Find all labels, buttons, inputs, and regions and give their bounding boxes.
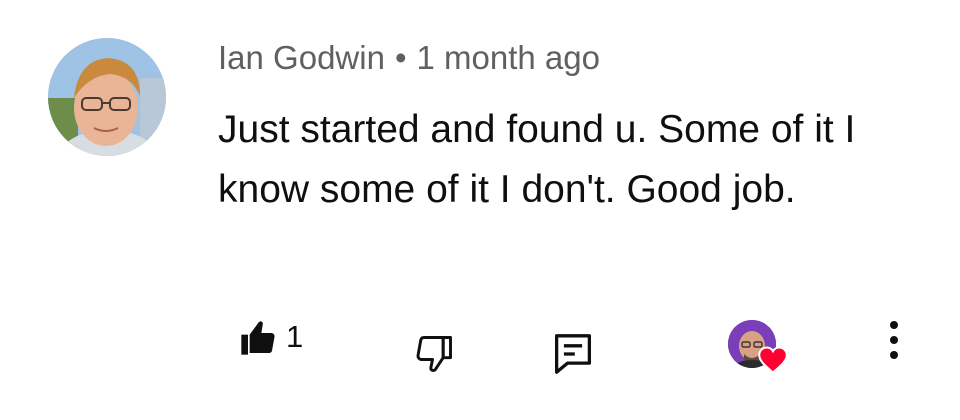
comment-timestamp[interactable]: 1 month ago bbox=[417, 39, 600, 76]
comment-meta: Ian Godwin • 1 month ago bbox=[218, 38, 600, 78]
like-button[interactable]: 1 bbox=[238, 318, 303, 363]
author-avatar[interactable] bbox=[48, 38, 166, 156]
dislike-button[interactable] bbox=[412, 332, 456, 381]
comment-text: Just started and found u. Some of it I k… bbox=[218, 108, 856, 211]
reply-button[interactable] bbox=[553, 332, 593, 381]
thumbs-up-filled-icon bbox=[238, 318, 278, 363]
creator-heart bbox=[728, 320, 792, 376]
reply-comment-icon bbox=[553, 334, 593, 380]
thumbs-down-outline-icon bbox=[412, 336, 456, 380]
like-count: 1 bbox=[286, 318, 304, 354]
vertical-ellipsis-icon bbox=[880, 321, 908, 366]
author-name[interactable]: Ian Godwin bbox=[218, 39, 385, 76]
heart-icon bbox=[758, 346, 788, 379]
meta-separator: • bbox=[394, 39, 407, 76]
more-options-button[interactable] bbox=[880, 318, 908, 362]
